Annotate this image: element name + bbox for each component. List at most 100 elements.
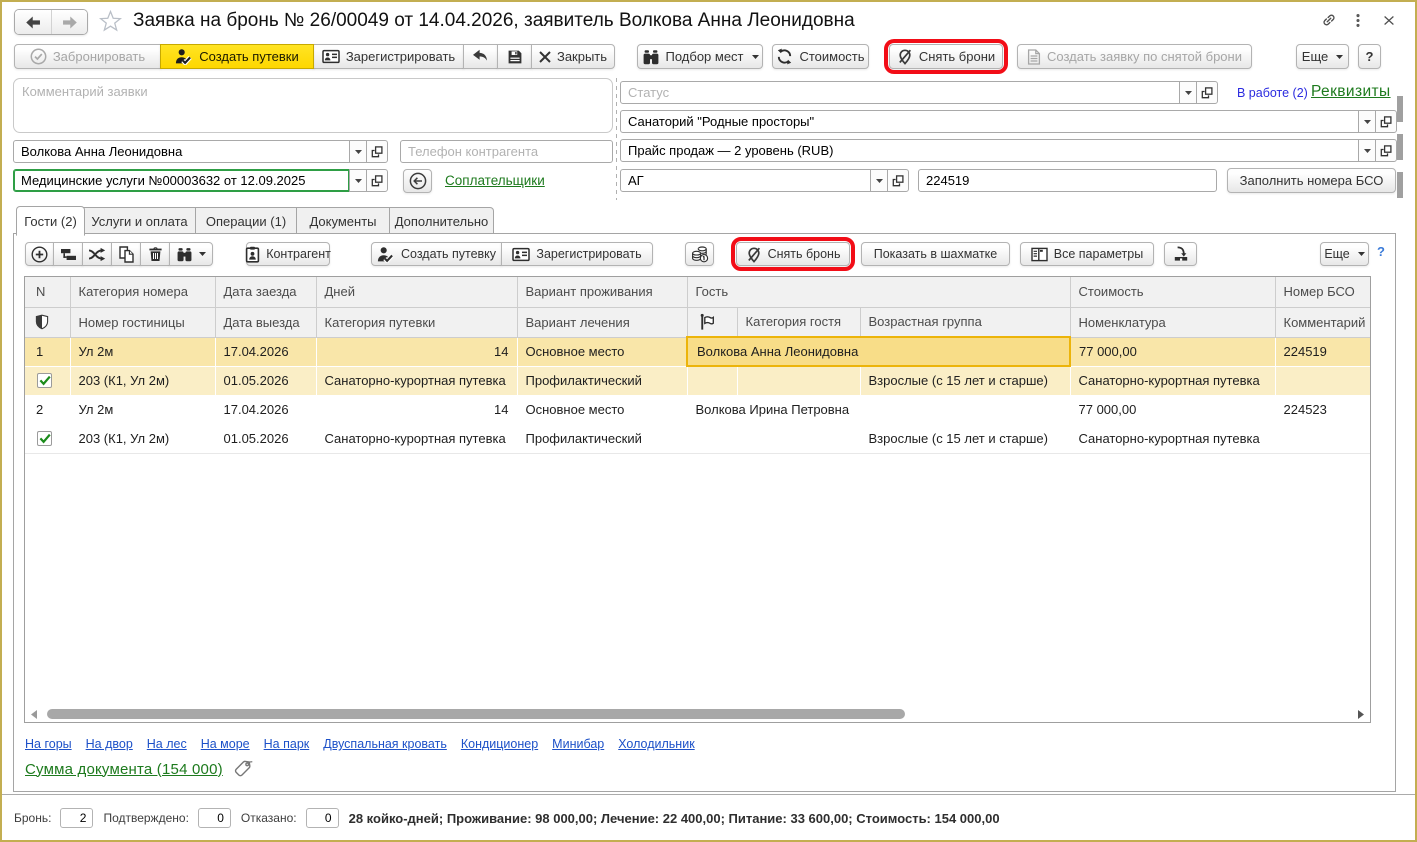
export-button[interactable] xyxy=(1164,242,1197,266)
show-chessboard-button[interactable]: Показать в шахматке xyxy=(861,242,1010,266)
cell-empty[interactable] xyxy=(737,366,860,395)
scrollbar-thumb[interactable] xyxy=(47,709,905,719)
col-voucher-category[interactable]: Категория путевки xyxy=(316,307,517,337)
cell-treatment_variant[interactable]: Профилактический xyxy=(517,424,687,453)
cell-voucher_category[interactable]: Санаторно-курортная путевка xyxy=(316,366,517,395)
more-button[interactable]: Еще xyxy=(1296,44,1349,69)
cell-bso[interactable]: 224519 xyxy=(1275,337,1370,366)
cell-hotel_room[interactable]: 203 (К1, Ул 2м) xyxy=(70,366,215,395)
declined-count-field[interactable]: 0 xyxy=(306,808,339,828)
cell-empty[interactable] xyxy=(737,424,860,453)
link-air-conditioner[interactable]: Кондиционер xyxy=(461,737,538,751)
document-sum-link[interactable]: Сумма документа (154 000) xyxy=(25,761,223,778)
col-arrival-date[interactable]: Дата заезда xyxy=(215,277,316,307)
cell-stay_variant[interactable]: Основное место xyxy=(517,395,687,424)
link-double-bed[interactable]: Двуспальная кровать xyxy=(323,737,447,751)
requisites-link[interactable]: Реквизиты xyxy=(1311,83,1391,101)
booked-checkbox[interactable] xyxy=(37,431,52,446)
prices-button[interactable] xyxy=(685,242,714,266)
cell-arrival[interactable]: 17.04.2026 xyxy=(215,395,316,424)
col-comment[interactable]: Комментарий xyxy=(1275,307,1370,337)
contract-field[interactable]: Медицинские услуги №00003632 от 12.09.20… xyxy=(13,169,350,192)
status-open-button[interactable] xyxy=(1196,81,1218,104)
col-days[interactable]: Дней xyxy=(316,277,517,307)
sanatorium-open-button[interactable] xyxy=(1375,110,1397,133)
cell-stay_variant[interactable]: Основное место xyxy=(517,337,687,366)
col-shield[interactable] xyxy=(25,307,70,337)
table-more-button[interactable]: Еще xyxy=(1320,242,1369,266)
cell-voucher_category[interactable]: Санаторно-курортная путевка xyxy=(316,424,517,453)
cell-departure[interactable]: 01.05.2026 xyxy=(215,366,316,395)
guest-row-2-main[interactable]: 2 Ул 2м 17.04.2026 14 Основное место Вол… xyxy=(25,395,1370,424)
cell-n[interactable]: 1 xyxy=(25,337,70,366)
tab-documents[interactable]: Документы xyxy=(297,207,390,236)
book-button[interactable]: Забронировать xyxy=(14,44,161,69)
agency-open-button[interactable] xyxy=(887,169,909,192)
guest-row-1-main[interactable]: 1 Ул 2м 17.04.2026 14 Основное место Вол… xyxy=(25,337,1370,366)
col-flag[interactable] xyxy=(687,307,737,337)
horizontal-scrollbar[interactable] xyxy=(25,707,1370,722)
link-park[interactable]: На парк xyxy=(264,737,310,751)
col-room-category[interactable]: Категория номера xyxy=(70,277,215,307)
scroll-left-arrow[interactable] xyxy=(28,709,40,721)
forward-button[interactable] xyxy=(51,10,87,34)
guest-row-2-detail[interactable]: 203 (К1, Ул 2м) 01.05.2026 Санаторно-кур… xyxy=(25,424,1370,453)
back-to-payer-button[interactable] xyxy=(403,169,432,193)
help-button[interactable]: ? xyxy=(1358,44,1381,69)
booked-checkbox[interactable] xyxy=(37,373,52,388)
status-field[interactable]: Статус xyxy=(620,81,1180,104)
cost-button[interactable]: Стоимость xyxy=(772,44,869,69)
link-minibar[interactable]: Минибар xyxy=(552,737,604,751)
link-mountains[interactable]: На горы xyxy=(25,737,72,751)
cell-empty[interactable] xyxy=(1275,366,1370,395)
cell-empty[interactable] xyxy=(687,366,737,395)
add-row-button[interactable] xyxy=(25,242,54,266)
create-voucher-button[interactable]: Создать путевку xyxy=(371,242,502,266)
link-yard[interactable]: На двор xyxy=(86,737,133,751)
contract-open-button[interactable] xyxy=(366,169,388,192)
all-parameters-button[interactable]: Все параметры xyxy=(1020,242,1154,266)
move-rows-button[interactable] xyxy=(82,242,112,266)
cell-room_category[interactable]: Ул 2м xyxy=(70,395,215,424)
copy-row-button[interactable] xyxy=(111,242,141,266)
phone-field[interactable]: Телефон контрагента xyxy=(400,140,613,163)
register-button[interactable]: Зарегистрировать xyxy=(313,44,464,69)
request-comment-field[interactable]: Комментарий заявки xyxy=(13,78,613,133)
col-hotel-room[interactable]: Номер гостиницы xyxy=(70,307,215,337)
status-dropdown-button[interactable] xyxy=(1179,81,1197,104)
close-window-icon[interactable] xyxy=(1384,16,1394,25)
cell-nomenclature[interactable]: Санаторно-курортная путевка xyxy=(1070,366,1275,395)
link-sea[interactable]: На море xyxy=(201,737,250,751)
contract-dropdown-button[interactable] xyxy=(349,169,367,192)
cell-cost[interactable]: 77 000,00 xyxy=(1070,337,1275,366)
cell-treatment_variant[interactable]: Профилактический xyxy=(517,366,687,395)
close-form-button[interactable]: Закрыть xyxy=(531,44,615,69)
applicant-open-button[interactable] xyxy=(366,140,388,163)
cell-booked-flag[interactable] xyxy=(25,366,70,395)
tab-guests[interactable]: Гости (2) xyxy=(16,206,85,236)
agency-dropdown-button[interactable] xyxy=(870,169,888,192)
cell-empty[interactable] xyxy=(1275,424,1370,453)
col-bso-number[interactable]: Номер БСО xyxy=(1275,277,1370,307)
tab-additional[interactable]: Дополнительно xyxy=(390,207,494,236)
bron-count-field[interactable]: 2 xyxy=(60,808,93,828)
col-departure-date[interactable]: Дата выезда xyxy=(215,307,316,337)
tab-operations[interactable]: Операции (1) xyxy=(196,207,297,236)
link-icon[interactable] xyxy=(1320,12,1338,28)
remove-bookings-button[interactable]: Снять брони xyxy=(889,44,1003,69)
col-treatment-variant[interactable]: Вариант лечения xyxy=(517,307,687,337)
link-forest[interactable]: На лес xyxy=(147,737,187,751)
cell-empty[interactable] xyxy=(687,424,737,453)
sanatorium-field[interactable]: Санаторий "Родные просторы" xyxy=(620,110,1359,133)
col-guest-category[interactable]: Категория гостя xyxy=(737,307,860,337)
remove-booking-button[interactable]: Снять бронь xyxy=(736,242,850,266)
create-request-from-unbooked-button[interactable]: Создать заявку по снятой брони xyxy=(1017,44,1252,69)
col-nomenclature[interactable]: Номенклатура xyxy=(1070,307,1275,337)
bso-number-field[interactable]: 224519 xyxy=(918,169,1217,192)
applicant-field[interactable]: Волкова Анна Леонидовна xyxy=(13,140,350,163)
tab-services[interactable]: Услуги и оплата xyxy=(84,207,196,236)
save-button[interactable] xyxy=(497,44,532,69)
back-button[interactable] xyxy=(15,10,51,34)
favorite-star-icon[interactable] xyxy=(99,10,122,32)
cell-bso[interactable]: 224523 xyxy=(1275,395,1370,424)
